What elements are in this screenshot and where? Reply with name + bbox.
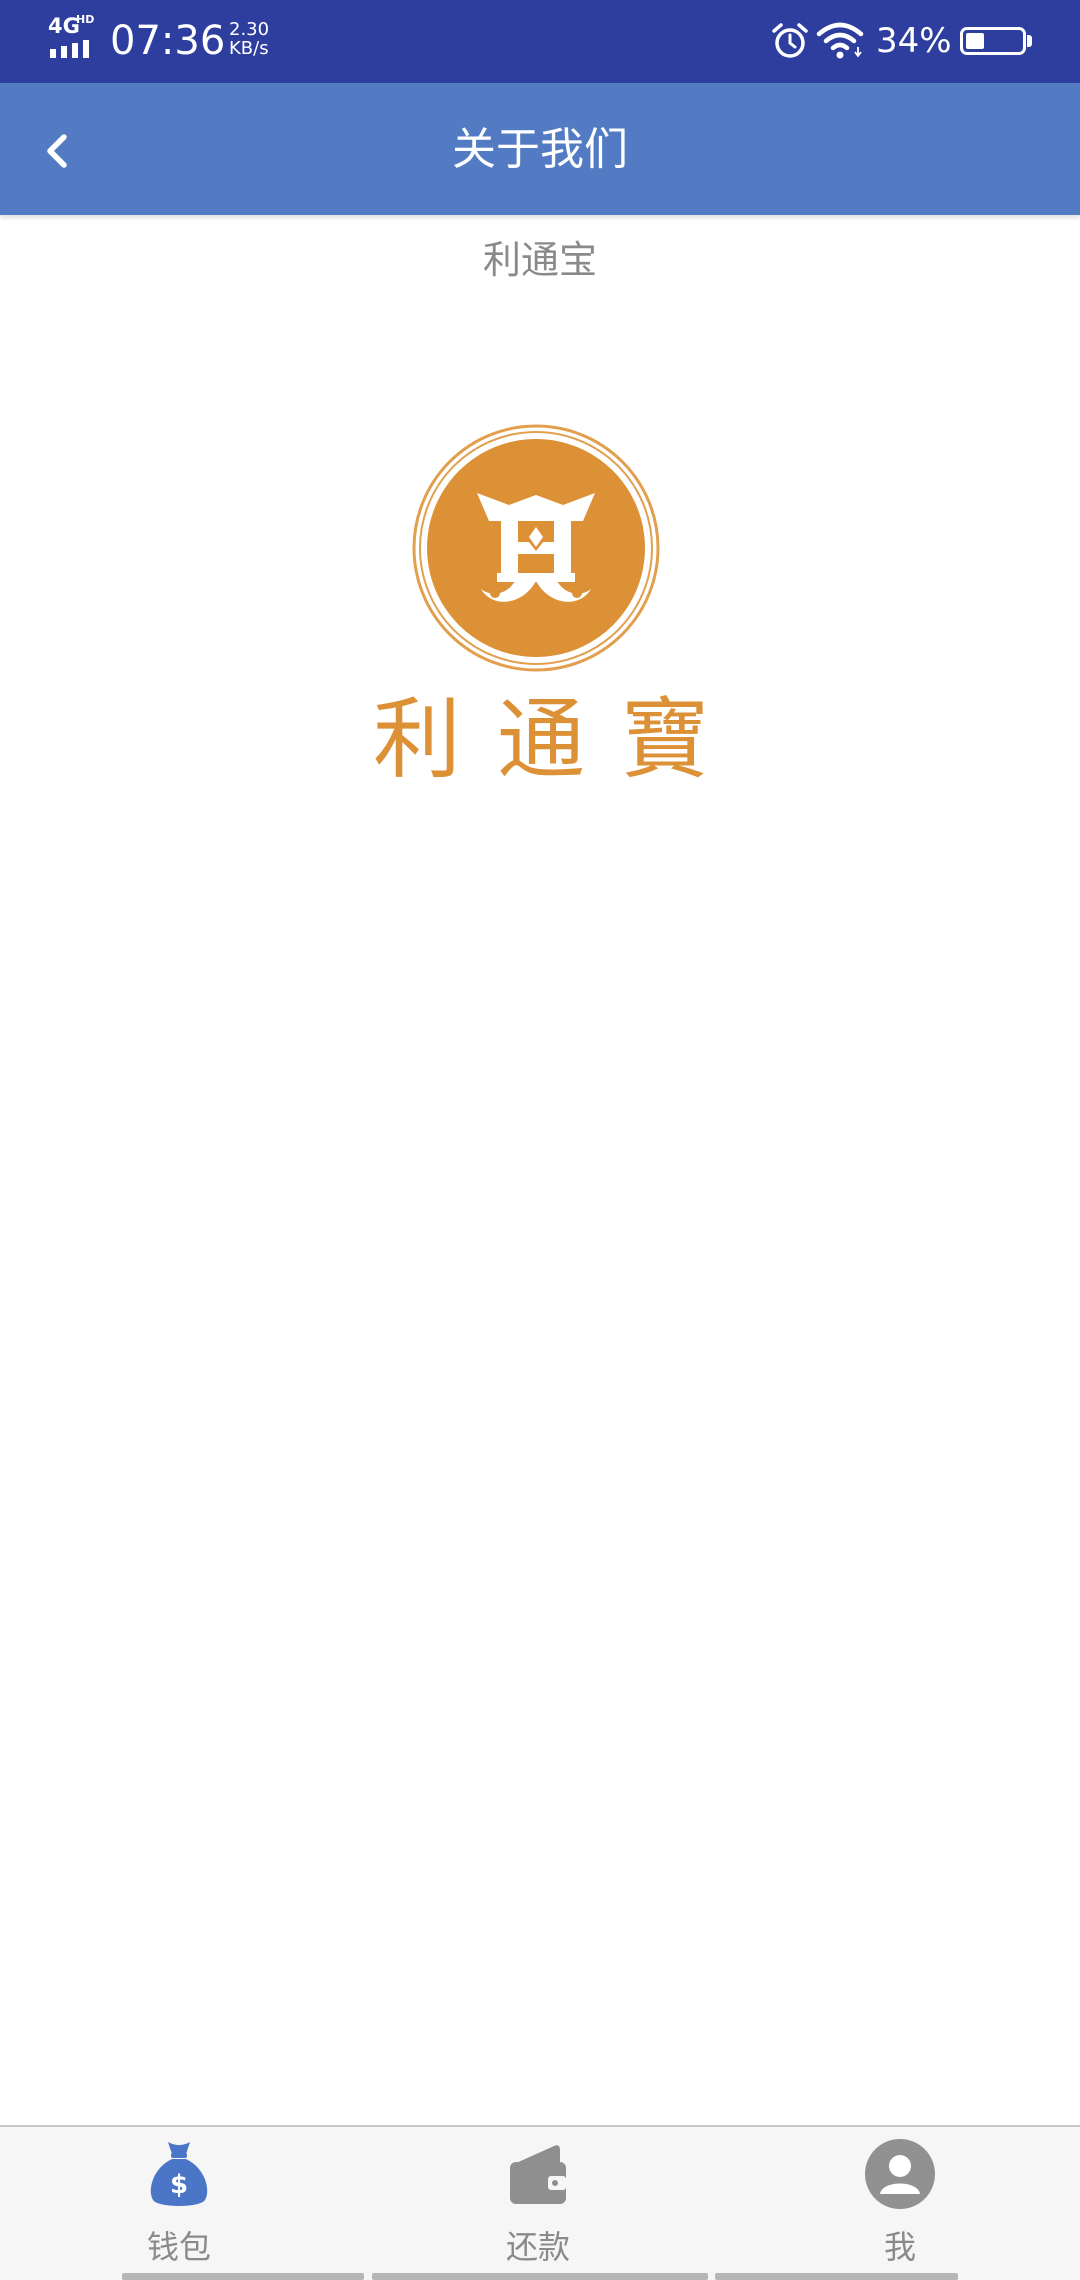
wifi-icon (816, 22, 864, 59)
money-bag-icon: $ (150, 2142, 208, 2206)
clock: 07:36 (110, 18, 226, 64)
litongbao-logo-icon (412, 424, 660, 672)
wallet-icon (510, 2145, 566, 2204)
page-title: 关于我们 (452, 124, 628, 175)
tab-wallet-label: 钱包 (146, 2228, 211, 2266)
person-icon (865, 2139, 935, 2209)
status-bar: 4G HD 07:36 2.30 KB/s 34% (0, 0, 1080, 83)
hd-badge: HD (76, 13, 95, 26)
battery-level-fill (966, 33, 984, 49)
tab-me[interactable]: 我 (780, 2127, 1020, 2273)
network-speed-unit: KB/s (229, 38, 269, 59)
logo-wordmark: 利 通 寶 (373, 688, 713, 791)
svg-text:$: $ (170, 2170, 188, 2200)
tab-repayment[interactable]: 还款 (418, 2127, 658, 2273)
app-name: 利通宝 (482, 238, 597, 282)
network-indicator: 4G HD (46, 14, 102, 66)
tab-repayment-label: 还款 (505, 2228, 570, 2266)
network-speed: 2.30 KB/s (229, 20, 269, 58)
tab-indicator-me (715, 2273, 958, 2280)
bottom-tab-bar: $ 钱包 还款 我 (0, 2125, 1080, 2280)
battery-icon (960, 27, 1026, 55)
tab-indicator-wallet (122, 2273, 364, 2280)
app-header: 关于我们 (0, 83, 1080, 215)
network-speed-value: 2.30 (229, 19, 270, 40)
tab-wallet[interactable]: $ 钱包 (59, 2127, 299, 2273)
tab-indicator-repayment (372, 2273, 708, 2280)
battery-cap (1027, 35, 1032, 47)
battery-percentage: 34% (876, 21, 952, 61)
signal-icon (50, 40, 89, 58)
tab-me-label: 我 (883, 2228, 916, 2266)
alarm-icon (772, 23, 808, 58)
